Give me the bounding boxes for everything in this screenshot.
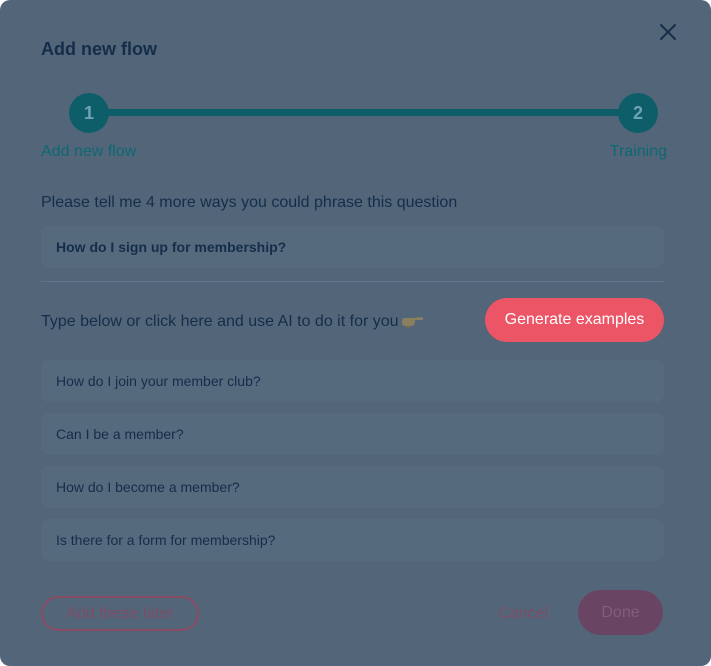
close-icon[interactable] [656, 20, 680, 44]
done-button[interactable]: Done [578, 590, 663, 635]
stepper-progress-line [88, 109, 638, 116]
question-prompt: Please tell me 4 more ways you could phr… [41, 194, 458, 211]
step-2-label: Training [609, 143, 667, 160]
example-field-1[interactable]: How do I join your member club? [41, 360, 664, 402]
examples-prompt-text: Type below or click here and use AI to d… [41, 313, 399, 330]
example-field-4[interactable]: Is there for a form for membership? [41, 519, 664, 561]
example-field-2[interactable]: Can I be a member? [41, 413, 664, 455]
examples-prompt: Type below or click here and use AI to d… [41, 313, 423, 331]
step-1-circle: 1 [69, 93, 109, 133]
pointing-hand-icon [401, 314, 423, 330]
add-later-button[interactable]: Add these later [41, 596, 199, 631]
step-2-circle: 2 [618, 93, 658, 133]
original-question-field[interactable]: How do I sign up for membership? [41, 226, 664, 268]
dialog-title: Add new flow [41, 39, 157, 59]
generate-examples-button[interactable]: Generate examples [485, 298, 664, 342]
add-flow-dialog: Add new flow 1 2 Add new flow Training P… [0, 0, 711, 666]
divider [41, 281, 664, 282]
example-field-3[interactable]: How do I become a member? [41, 466, 664, 508]
cancel-button[interactable]: Cancel [488, 602, 558, 626]
step-1-label: Add new flow [41, 143, 137, 160]
